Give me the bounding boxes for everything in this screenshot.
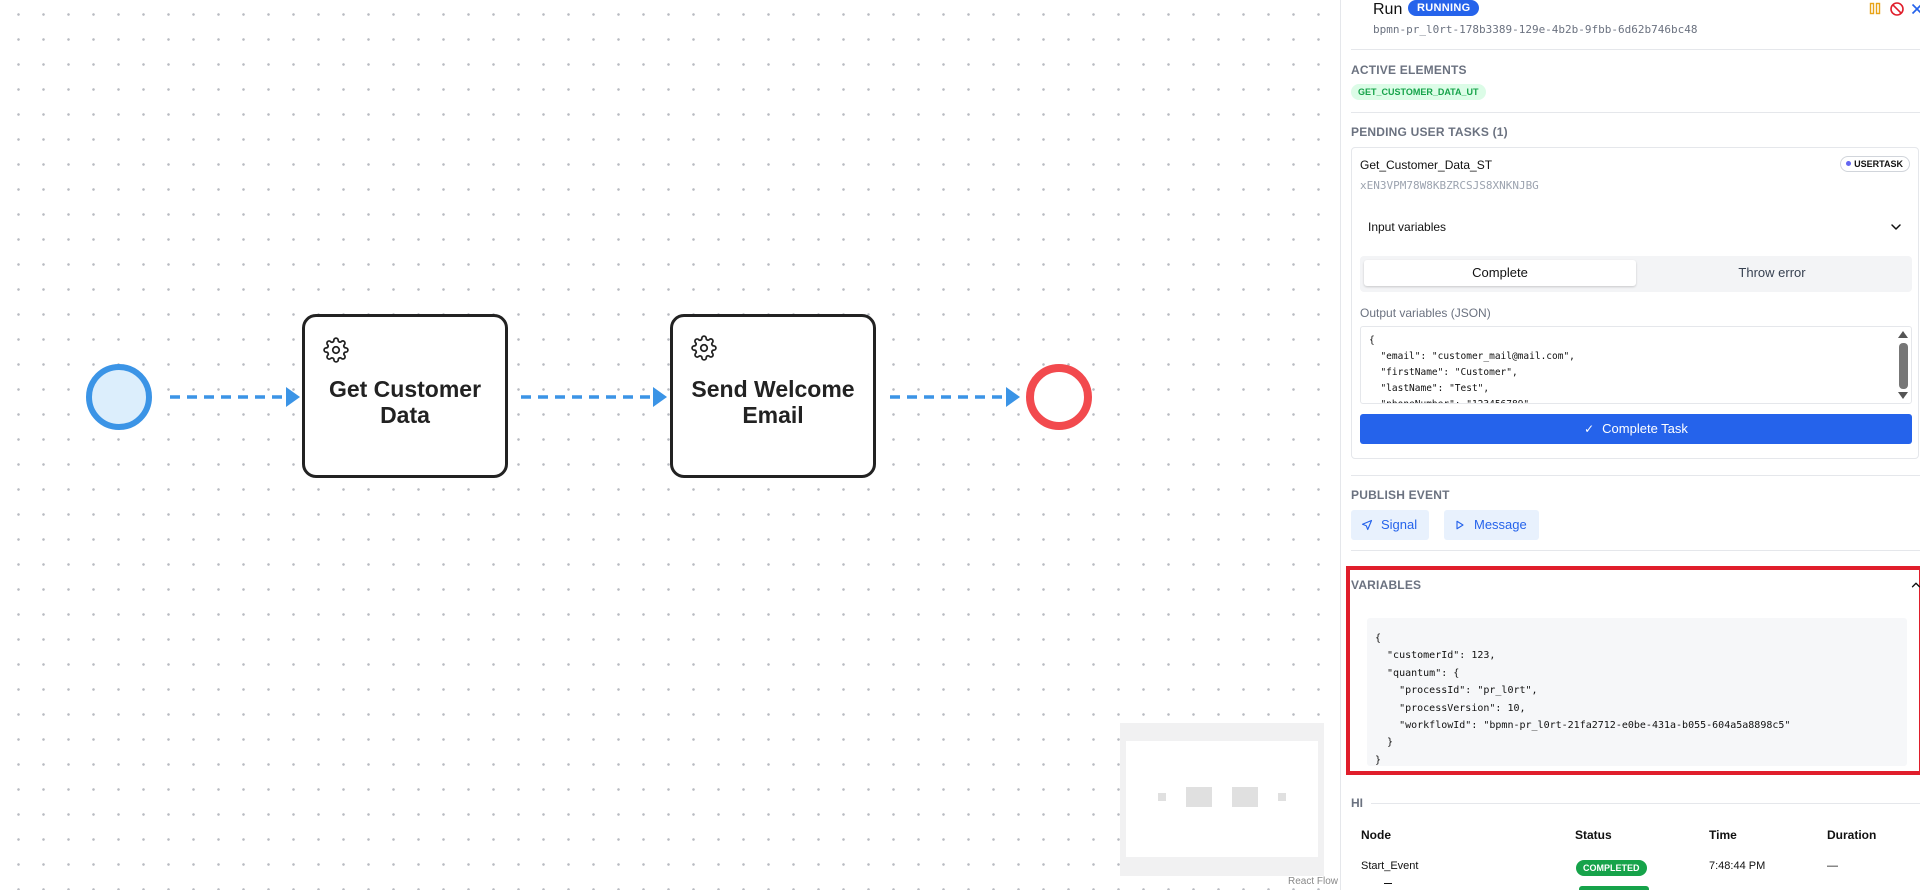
divider xyxy=(1351,112,1920,113)
complete-task-button[interactable]: ✓ Complete Task xyxy=(1360,414,1912,444)
pause-icon[interactable] xyxy=(1867,1,1883,17)
input-variables-label: Input variables xyxy=(1368,220,1447,234)
usertask-badge-label: USERTASK xyxy=(1854,159,1903,169)
task-label: Get Customer Data xyxy=(328,376,482,428)
flow-edge-get-customer-data-to-send-welcome-email[interactable] xyxy=(521,387,667,407)
end-event[interactable] xyxy=(1026,364,1092,430)
active-element-tag: GET_CUSTOMER_DATA_UT xyxy=(1351,84,1486,100)
app-root: Get Customer Data Send Welcome Email Rea… xyxy=(0,0,1920,890)
variables-section-highlight: VARIABLES { "customerId": 123, "quantum"… xyxy=(1346,566,1920,775)
variables-json-viewer[interactable]: { "customerId": 123, "quantum": { "proce… xyxy=(1367,618,1907,766)
tab-throw-error[interactable]: Throw error xyxy=(1636,260,1908,286)
react-flow-attribution[interactable]: React Flow xyxy=(1288,876,1338,887)
col-header-time: Time xyxy=(1709,828,1737,842)
check-icon: ✓ xyxy=(1584,422,1595,436)
play-icon xyxy=(1456,520,1464,529)
minimap-node xyxy=(1186,787,1212,807)
user-task-name: Get_Customer_Data_ST xyxy=(1360,158,1493,172)
close-icon[interactable] xyxy=(1909,1,1920,17)
history-title: HI xyxy=(1351,796,1363,810)
flow-edge-send-welcome-email-to-end[interactable] xyxy=(890,387,1020,407)
history-row-node: Start_Event xyxy=(1361,860,1419,872)
active-elements-title: ACTIVE ELEMENTS xyxy=(1351,63,1467,77)
history-row-duration: — xyxy=(1827,860,1838,872)
output-variables-editor[interactable]: { "email": "customer_mail@mail.com", "fi… xyxy=(1360,326,1912,404)
signal-button[interactable]: Signal xyxy=(1351,510,1430,540)
complete-task-label: Complete Task xyxy=(1602,421,1688,436)
divider xyxy=(1351,475,1920,476)
complete-mode-toggle: Complete Throw error xyxy=(1360,256,1912,292)
dot-icon xyxy=(1846,161,1852,167)
user-task-card: Get_Customer_Data_ST USERTASK xEN3VPM78W… xyxy=(1351,147,1919,459)
minimap-node xyxy=(1232,787,1258,807)
pending-user-tasks-title: PENDING USER TASKS (1) xyxy=(1351,125,1508,139)
divider xyxy=(1371,803,1920,804)
variables-json: { "customerId": 123, "quantum": { "proce… xyxy=(1375,633,1791,766)
variables-title[interactable]: VARIABLES xyxy=(1351,578,1421,592)
col-header-status: Status xyxy=(1575,828,1612,842)
signal-label: Signal xyxy=(1381,517,1418,532)
col-header-node: Node xyxy=(1361,828,1391,842)
status-badge: COMPLETED xyxy=(1576,860,1647,876)
status-badge-partial xyxy=(1579,886,1649,890)
scrollbar-thumb[interactable] xyxy=(1899,343,1908,389)
start-event[interactable] xyxy=(86,364,152,430)
minimap-node xyxy=(1158,793,1166,801)
run-header: Run RUNNING bpmn-pr_l0rt-178b3389-129e-4… xyxy=(1357,0,1920,48)
divider xyxy=(1351,49,1920,50)
tab-complete[interactable]: Complete xyxy=(1364,260,1636,286)
minimap[interactable] xyxy=(1120,723,1324,876)
run-details-panel: Run RUNNING bpmn-pr_l0rt-178b3389-129e-4… xyxy=(1340,0,1920,890)
user-task-id: xEN3VPM78W8KBZRCSJS8XNKNJBG xyxy=(1360,179,1539,192)
send-icon xyxy=(1361,519,1373,530)
minimap-node xyxy=(1278,793,1286,801)
run-id: bpmn-pr_l0rt-178b3389-129e-4b2b-9fbb-6d6… xyxy=(1373,23,1698,36)
gear-icon xyxy=(691,335,717,361)
chevron-down-icon xyxy=(1891,224,1901,230)
output-variables-label: Output variables (JSON) xyxy=(1360,306,1491,320)
input-variables-accordion[interactable]: Input variables xyxy=(1360,214,1912,242)
chevron-up-icon[interactable] xyxy=(1909,578,1920,592)
scroll-up-arrow[interactable] xyxy=(1898,331,1908,338)
minimap-viewport[interactable] xyxy=(1126,741,1318,857)
divider xyxy=(1351,550,1920,551)
task-get-customer-data[interactable]: Get Customer Data xyxy=(302,314,508,478)
task-label: Send Welcome Email xyxy=(691,376,855,428)
scroll-down-arrow[interactable] xyxy=(1898,392,1908,399)
run-status-badge: RUNNING xyxy=(1408,0,1480,16)
gear-icon xyxy=(323,337,349,363)
message-label: Message xyxy=(1474,517,1527,532)
history-row-time: 7:48:44 PM xyxy=(1709,860,1766,872)
flow-canvas[interactable]: Get Customer Data Send Welcome Email Rea… xyxy=(0,0,1340,890)
output-variables-json[interactable]: { "email": "customer_mail@mail.com", "fi… xyxy=(1369,333,1575,403)
usertask-badge: USERTASK xyxy=(1840,156,1910,172)
message-button[interactable]: Message xyxy=(1444,510,1539,540)
flow-edge-start-to-get-customer-data[interactable] xyxy=(170,387,300,407)
task-send-welcome-email[interactable]: Send Welcome Email xyxy=(670,314,876,478)
history-row-partial xyxy=(1384,883,1392,884)
stop-icon[interactable] xyxy=(1889,1,1905,17)
publish-event-title: PUBLISH EVENT xyxy=(1351,488,1450,502)
col-header-duration: Duration xyxy=(1827,828,1877,842)
run-title: Run xyxy=(1373,1,1403,18)
